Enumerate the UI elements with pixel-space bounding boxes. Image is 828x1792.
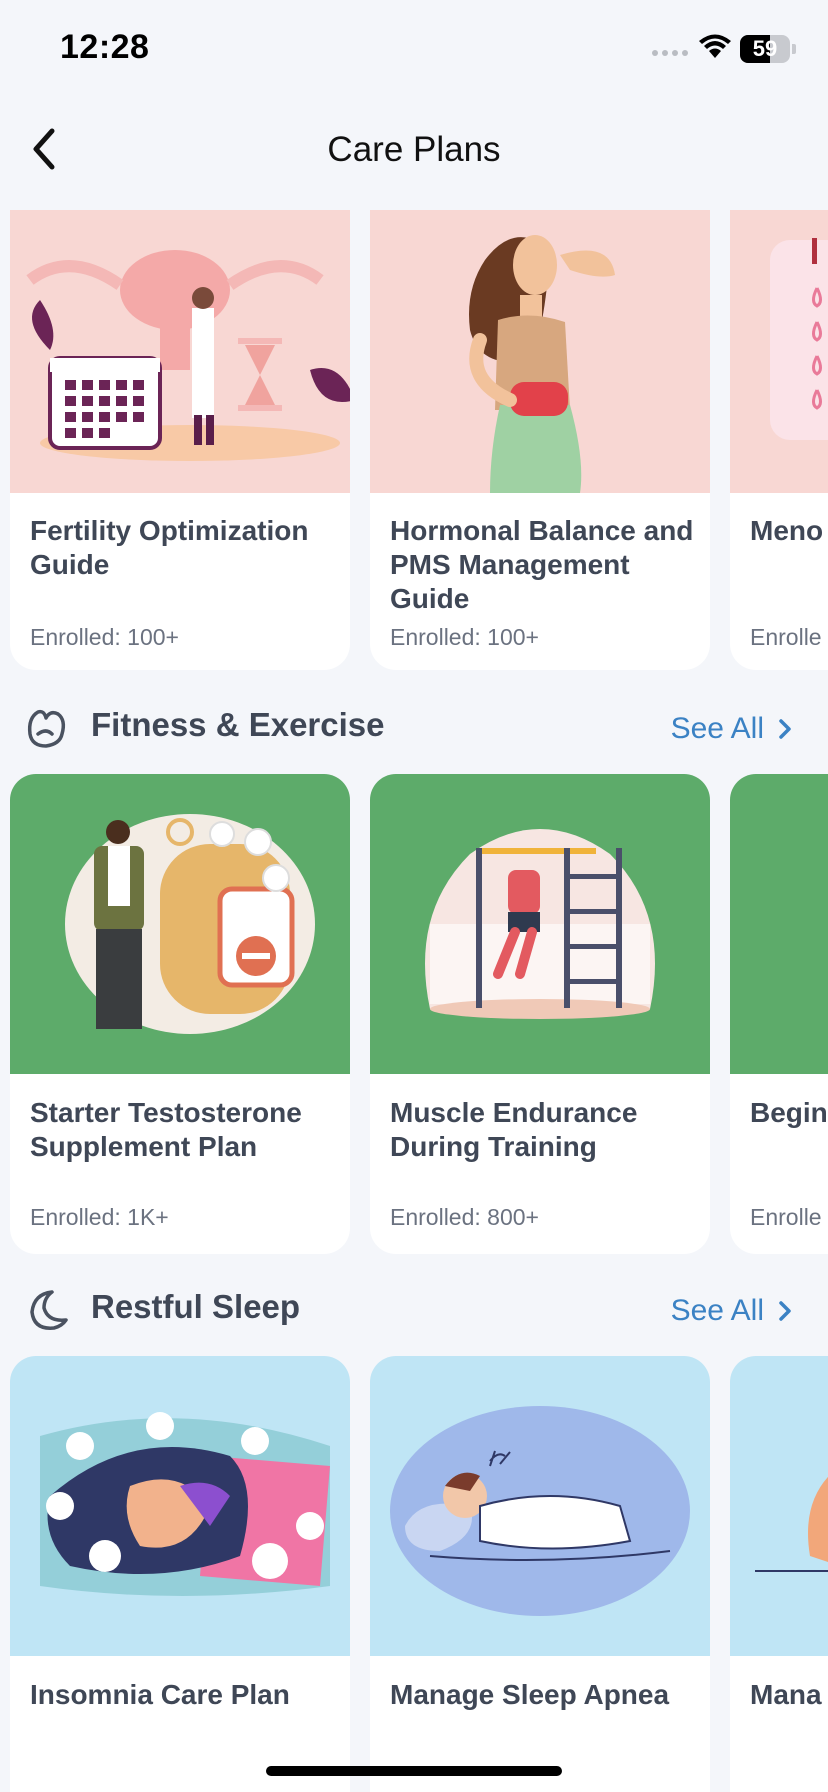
care-plan-card[interactable]: Fertility Optimization Guide Enrolled: 1…: [10, 210, 350, 670]
see-all-label: See All: [670, 1294, 764, 1327]
care-plan-row-fitness: Starter Testosterone Supplement Plan Enr…: [10, 774, 828, 1254]
section-header-sleep: Restful Sleep See All: [0, 1280, 828, 1340]
section-title: Restful Sleep: [91, 1288, 301, 1325]
battery-icon: 59: [740, 35, 790, 63]
care-plan-card[interactable]: Starter Testosterone Supplement Plan Enr…: [10, 774, 350, 1254]
cellular-signal-icon: [652, 50, 688, 56]
battery-level: 59: [752, 36, 778, 61]
testosterone-illustration: [10, 774, 350, 1074]
page-title: Care Plans: [327, 130, 501, 169]
menopause-illustration: [730, 210, 828, 493]
card-enrolled: Enrolled: 1K+: [30, 1204, 169, 1230]
nav-header: Care Plans: [0, 110, 828, 190]
moon-icon: [30, 1290, 68, 1330]
endurance-illustration: [370, 774, 710, 1074]
section-header-fitness: Fitness & Exercise See All: [0, 698, 828, 758]
card-enrolled: Enrolle: [750, 624, 822, 650]
card-title: Starter Testosterone Supplement Plan: [30, 1097, 302, 1162]
card-title: Insomnia Care Plan: [30, 1679, 290, 1710]
care-plan-card[interactable]: Insomnia Care Plan: [10, 1356, 350, 1792]
heart-hand-icon: [27, 709, 66, 748]
see-all-sleep-link[interactable]: See All: [671, 1294, 792, 1328]
card-title: Mana: [750, 1679, 822, 1710]
care-plan-card[interactable]: Begin Traini Enrolle: [730, 774, 828, 1254]
card-enrolled: Enrolled: 800+: [390, 1204, 539, 1230]
card-enrolled: Enrolle: [750, 1204, 822, 1230]
wifi-icon: [699, 34, 731, 58]
card-title: Muscle Endurance During Training: [390, 1097, 638, 1162]
card-enrolled: Enrolled: 100+: [30, 624, 179, 650]
see-all-label: See All: [670, 712, 764, 745]
sleep-apnea-illustration: [370, 1356, 710, 1656]
beginner-training-illustration: [730, 774, 828, 1074]
screen: 12:28 59 Care Plans Fertility Optimizati…: [0, 0, 828, 1792]
hormonal-balance-illustration: [370, 210, 710, 493]
home-indicator[interactable]: [266, 1766, 562, 1776]
status-bar: 12:28 59: [0, 0, 828, 100]
card-title: Manage Sleep Apnea: [390, 1679, 670, 1710]
care-plan-card[interactable]: Hormonal Balance and PMS Management Guid…: [370, 210, 710, 670]
sleep-management-illustration: [730, 1356, 828, 1656]
see-all-fitness-link[interactable]: See All: [671, 712, 792, 746]
status-time: 12:28: [60, 28, 150, 66]
care-plan-card[interactable]: Muscle Endurance During Training Enrolle…: [370, 774, 710, 1254]
care-plan-card[interactable]: Mana: [730, 1356, 828, 1792]
card-enrolled: Enrolled: 100+: [390, 624, 539, 650]
card-title: Meno Mana: [750, 515, 828, 546]
care-plan-row-sleep: Insomnia Care Plan Manage Sleep Apnea Ma…: [10, 1356, 828, 1792]
card-title: Begin Traini: [750, 1097, 828, 1128]
card-title: Hormonal Balance and PMS Management Guid…: [390, 515, 694, 614]
section-title: Fitness & Exercise: [91, 706, 385, 743]
chevron-right-icon: [779, 719, 791, 739]
care-plan-card[interactable]: Manage Sleep Apnea: [370, 1356, 710, 1792]
card-title: Fertility Optimization Guide: [30, 515, 309, 580]
fertility-illustration: [10, 210, 350, 493]
care-plan-card[interactable]: Meno Mana Enrolle: [730, 210, 828, 670]
chevron-right-icon: [779, 1301, 791, 1321]
care-plan-row-top: Fertility Optimization Guide Enrolled: 1…: [10, 210, 828, 670]
insomnia-illustration: [10, 1356, 350, 1656]
